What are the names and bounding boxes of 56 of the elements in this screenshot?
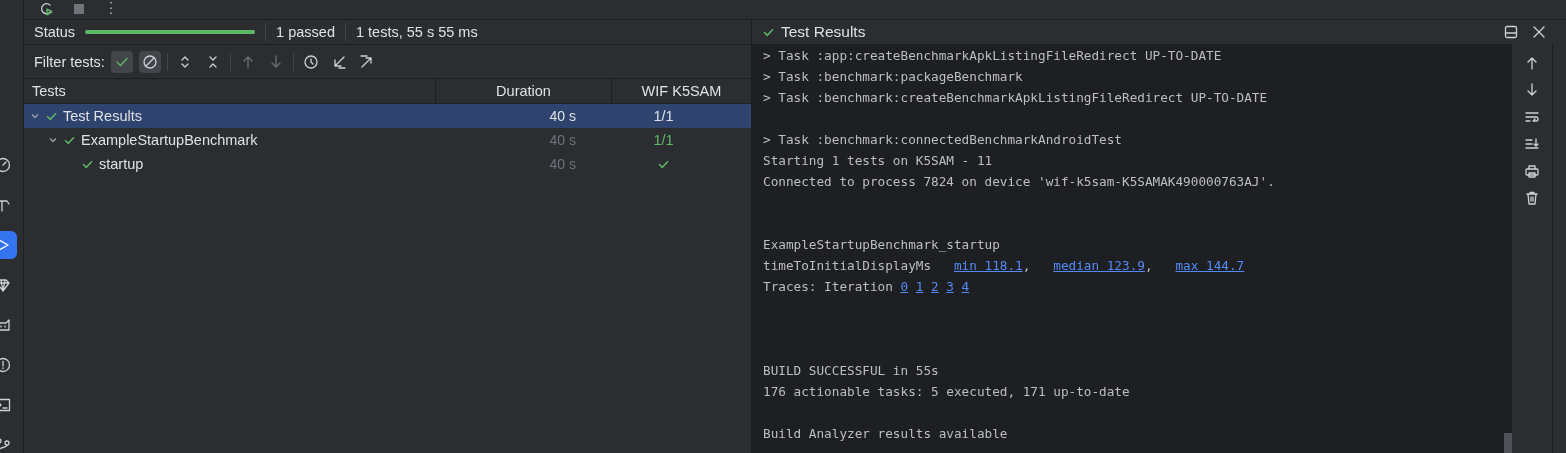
result-count: 1/1 [653, 108, 674, 124]
stop-icon [71, 1, 87, 17]
console-link[interactable]: 2 [931, 279, 939, 294]
result-count: 1/1 [653, 132, 674, 148]
console-link[interactable]: median 123.9 [1053, 258, 1145, 273]
console-text: > Task :app:createBenchmarkApkListingFileRedirect UP-TO-DATE [763, 48, 1222, 63]
more-icon [109, 1, 113, 15]
close-icon [1531, 24, 1547, 40]
trash-icon [1524, 190, 1540, 206]
duration-text: 40 s [549, 132, 576, 148]
layout-icon [1503, 24, 1519, 40]
panel-title: Test Results [781, 23, 866, 40]
console-text: timeToInitialDisplayMs [763, 258, 932, 273]
console-text: ExampleStartupBenchmark_startup [763, 237, 1000, 252]
console-text: > Task :benchmark:connectedBenchmarkAndroidTest [763, 132, 1122, 147]
test-row[interactable]: ExampleStartupBenchmark 40 s 1/1 [24, 128, 751, 152]
console-text: > Task :benchmark:createBenchmarkApkListingFileRedirect UP-TO-DATE [763, 90, 1268, 105]
export-icon [358, 53, 375, 70]
chevron-icon[interactable] [30, 111, 40, 121]
console-text: Connected to process 7824 on device 'wif-k5sam-K5SAMAK490000763AJ'. [763, 174, 1275, 189]
scrollbar-thumb[interactable] [1504, 433, 1512, 453]
console-link[interactable]: min 118.1 [953, 258, 1023, 273]
test-name: Test Results [63, 108, 142, 124]
console-text: > Task :benchmark:packageBenchmark [763, 69, 1023, 84]
clock-icon [302, 53, 319, 70]
console-link[interactable]: max 144.7 [1175, 258, 1245, 273]
console-text: , [1144, 258, 1153, 273]
duration-text: 40 s [549, 156, 576, 172]
passed-count: 1 passed [276, 24, 335, 40]
test-name: ExampleStartupBenchmark [81, 132, 258, 148]
prohibited-icon [141, 53, 158, 70]
console-link[interactable]: 1 [915, 279, 924, 294]
scroll-to-end-icon [1524, 136, 1540, 152]
status-label: Status [34, 24, 76, 40]
test-row[interactable]: startup 40 s [24, 152, 751, 176]
console-text: Traces: Iteration [763, 279, 893, 294]
print-icon [1524, 163, 1540, 179]
chevron-icon[interactable] [48, 135, 58, 145]
console-text: 176 actionable tasks: 5 executed, 171 up-to-date [763, 384, 1130, 399]
test-row[interactable]: Test Results 40 s 1/1 [24, 104, 751, 128]
wrap-icon [1524, 109, 1540, 125]
rerun-icon [39, 1, 55, 17]
console-link[interactable]: 0 [900, 279, 909, 294]
console-text: , [1022, 258, 1031, 273]
duration-text: 40 s [549, 108, 576, 124]
test-summary: 1 tests, 55 s 55 ms [355, 24, 478, 40]
console-text: Build Analyzer results available [763, 426, 1008, 441]
filter-label: Filter tests: [34, 53, 105, 70]
console-text: Starting 1 tests on K5SAM - 11 [763, 153, 993, 168]
console-link[interactable]: 4 [961, 279, 970, 294]
column-header: Duration [496, 83, 551, 99]
console-link[interactable]: 3 [946, 279, 954, 294]
column-header: Tests [32, 83, 66, 99]
console-text: BUILD SUCCESSFUL in 55s [763, 363, 939, 378]
column-header: WIF K5SAM [641, 83, 722, 99]
test-name: startup [99, 156, 144, 172]
